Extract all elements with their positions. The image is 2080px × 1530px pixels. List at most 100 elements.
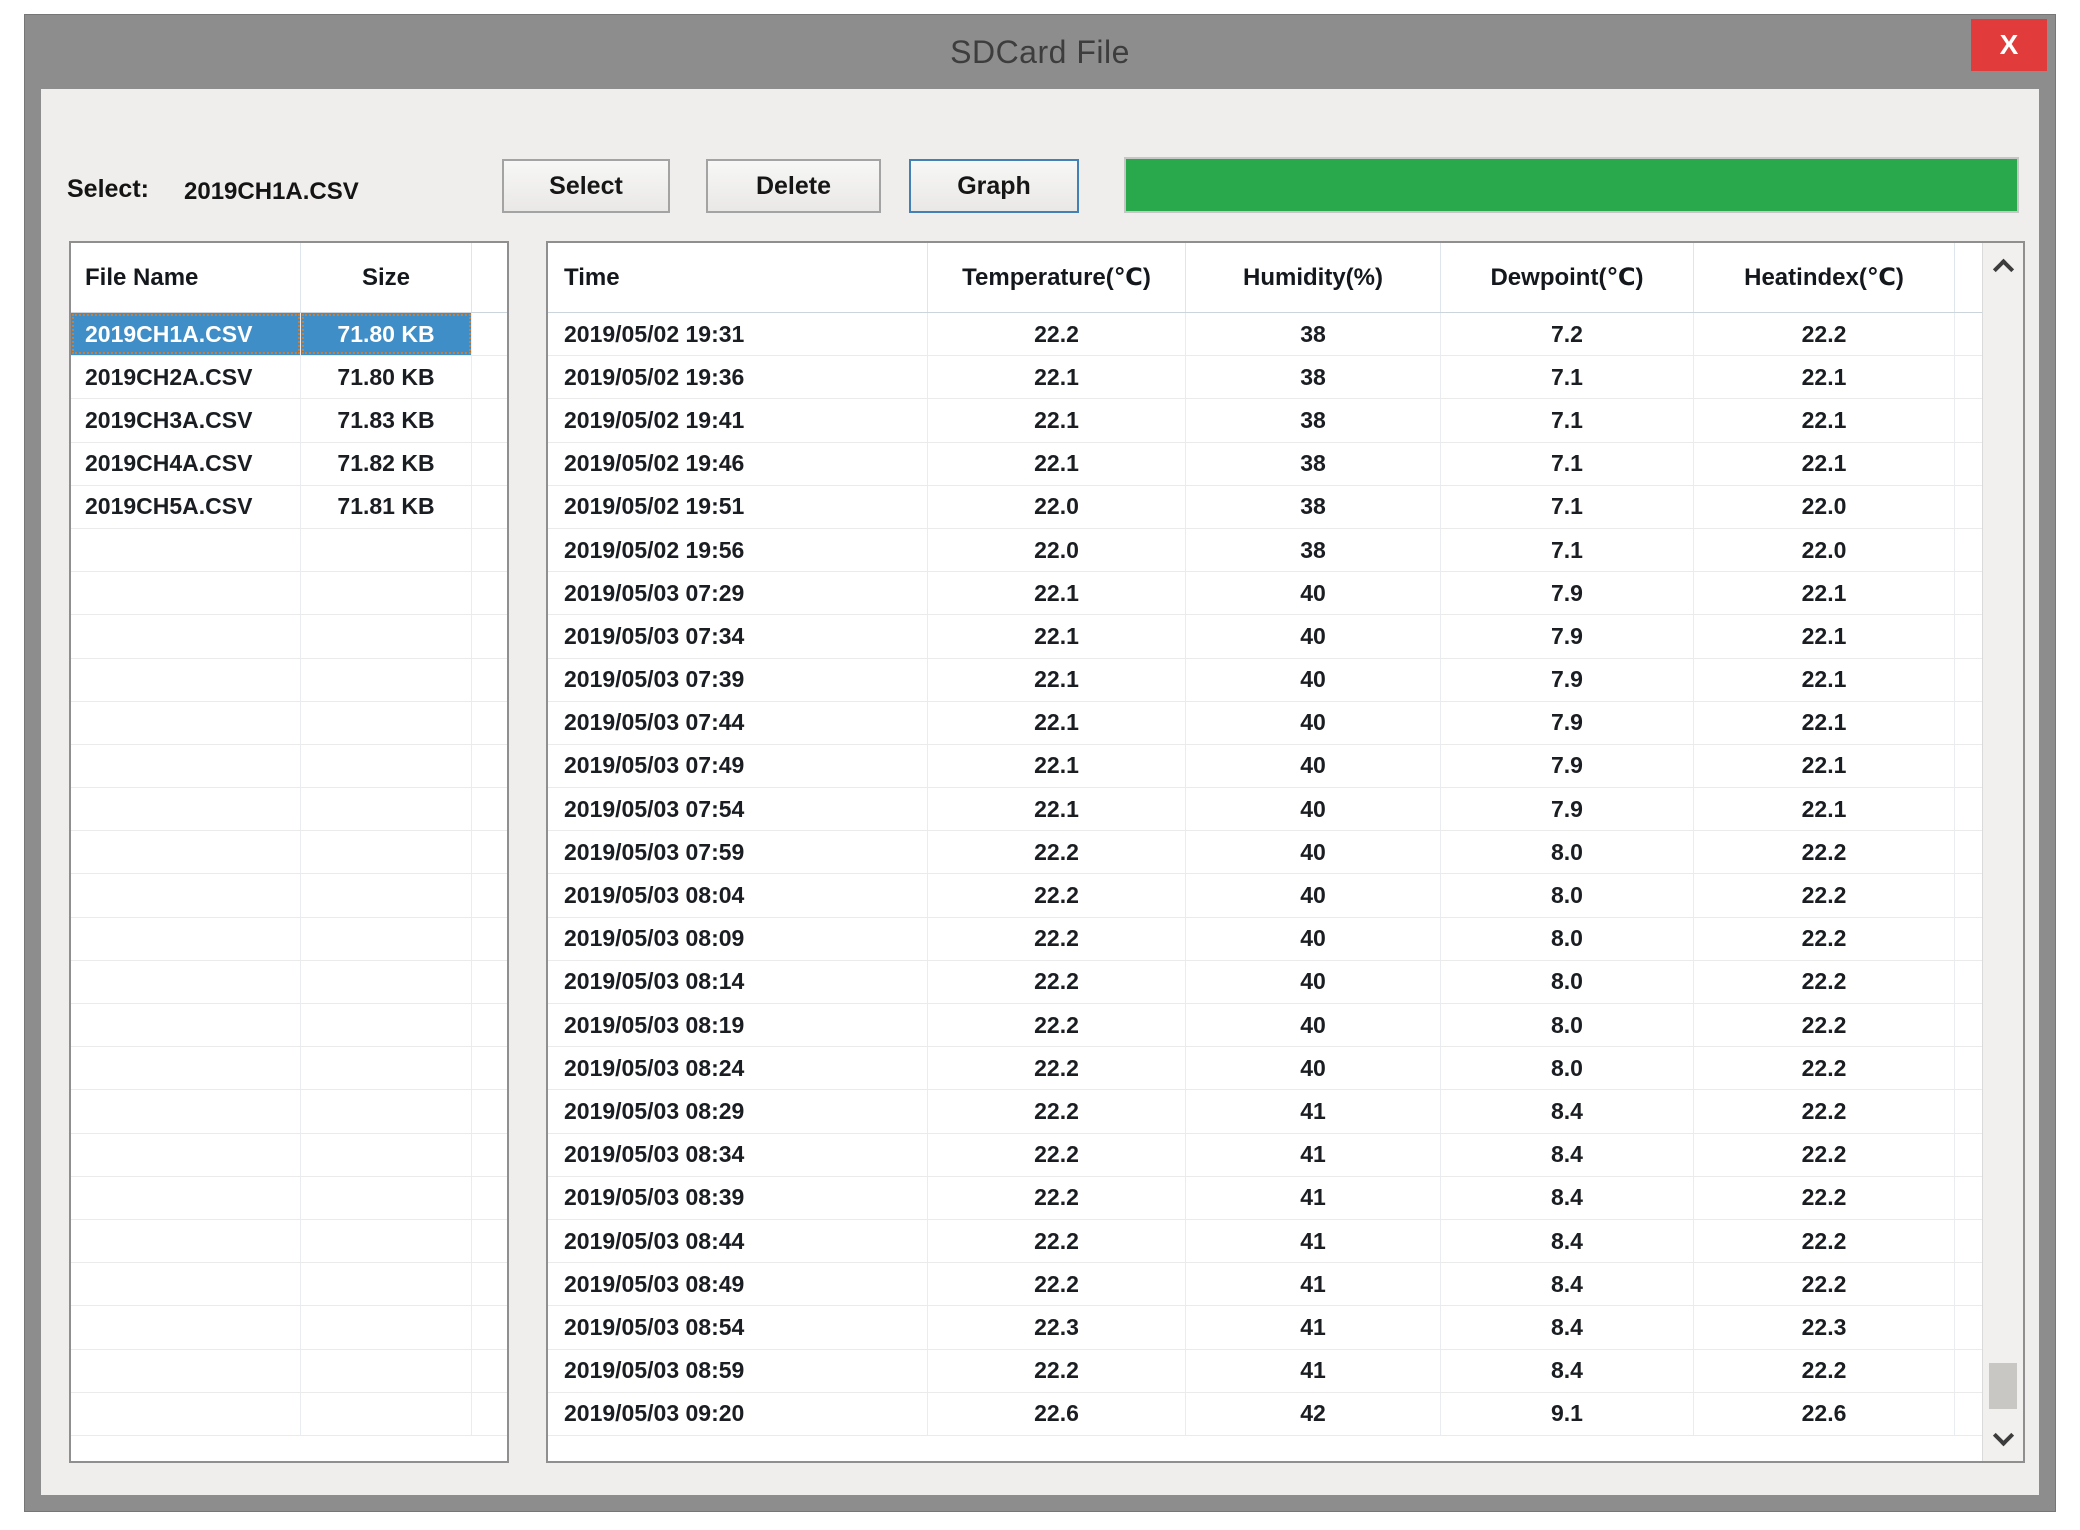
file-row[interactable] xyxy=(71,572,507,615)
file-row[interactable]: 2019CH3A.CSV 71.83 KB xyxy=(71,399,507,442)
table-row[interactable]: 2019/05/03 07:54 22.1 40 7.9 22.1 xyxy=(548,788,1982,831)
table-row[interactable]: 2019/05/02 19:41 22.1 38 7.1 22.1 xyxy=(548,399,1982,442)
table-row[interactable]: 2019/05/03 07:29 22.1 40 7.9 22.1 xyxy=(548,572,1982,615)
humidity-cell: 40 xyxy=(1186,961,1441,1003)
table-row[interactable]: 2019/05/03 07:34 22.1 40 7.9 22.1 xyxy=(548,615,1982,658)
file-name-column-header[interactable]: File Name xyxy=(71,243,301,312)
data-filler-cell xyxy=(1955,529,1982,571)
table-row[interactable]: 2019/05/03 07:59 22.2 40 8.0 22.2 xyxy=(548,831,1982,874)
table-row[interactable]: 2019/05/03 08:29 22.2 41 8.4 22.2 xyxy=(548,1090,1982,1133)
close-icon: X xyxy=(2000,31,2019,59)
humidity-column-header[interactable]: Humidity(%) xyxy=(1186,243,1441,312)
close-button[interactable]: X xyxy=(1971,19,2047,71)
file-size-cell xyxy=(301,788,472,830)
humidity-cell: 38 xyxy=(1186,313,1441,355)
file-row[interactable] xyxy=(71,702,507,745)
file-row[interactable]: 2019CH5A.CSV 71.81 KB xyxy=(71,486,507,529)
file-row[interactable] xyxy=(71,615,507,658)
table-row[interactable]: 2019/05/03 07:49 22.1 40 7.9 22.1 xyxy=(548,745,1982,788)
scroll-up-button[interactable] xyxy=(1983,243,2023,289)
table-row[interactable]: 2019/05/03 08:59 22.2 41 8.4 22.2 xyxy=(548,1350,1982,1393)
heatindex-cell: 22.1 xyxy=(1694,572,1955,614)
dewpoint-column-header[interactable]: Dewpoint(℃) xyxy=(1441,243,1694,312)
table-row[interactable]: 2019/05/02 19:31 22.2 38 7.2 22.2 xyxy=(548,313,1982,356)
heatindex-cell: 22.2 xyxy=(1694,313,1955,355)
file-row[interactable] xyxy=(71,1393,507,1436)
table-row[interactable]: 2019/05/02 19:46 22.1 38 7.1 22.1 xyxy=(548,443,1982,486)
scrollbar-thumb[interactable] xyxy=(1989,1363,2017,1409)
table-row[interactable]: 2019/05/03 08:39 22.2 41 8.4 22.2 xyxy=(548,1177,1982,1220)
file-name-cell: 2019CH2A.CSV xyxy=(71,356,301,398)
table-row[interactable]: 2019/05/02 19:51 22.0 38 7.1 22.0 xyxy=(548,486,1982,529)
dewpoint-cell: 8.4 xyxy=(1441,1134,1694,1176)
file-row[interactable] xyxy=(71,529,507,572)
dewpoint-cell: 8.4 xyxy=(1441,1350,1694,1392)
table-row[interactable]: 2019/05/03 08:49 22.2 41 8.4 22.2 xyxy=(548,1263,1982,1306)
file-size-column-header[interactable]: Size xyxy=(301,243,472,312)
table-row[interactable]: 2019/05/03 08:19 22.2 40 8.0 22.2 xyxy=(548,1004,1982,1047)
file-row[interactable] xyxy=(71,659,507,702)
file-name-cell xyxy=(71,1047,301,1089)
time-cell: 2019/05/03 09:20 xyxy=(548,1393,928,1435)
table-row[interactable]: 2019/05/03 09:20 22.6 42 9.1 22.6 xyxy=(548,1393,1982,1436)
table-row[interactable]: 2019/05/03 07:44 22.1 40 7.9 22.1 xyxy=(548,702,1982,745)
dewpoint-cell: 7.1 xyxy=(1441,529,1694,571)
scroll-down-button[interactable] xyxy=(1983,1415,2023,1461)
file-row[interactable] xyxy=(71,1350,507,1393)
file-row[interactable] xyxy=(71,1306,507,1349)
titlebar[interactable]: SDCard File X xyxy=(25,15,2055,89)
time-column-header[interactable]: Time xyxy=(548,243,928,312)
delete-button[interactable]: Delete xyxy=(706,159,881,213)
table-row[interactable]: 2019/05/02 19:56 22.0 38 7.1 22.0 xyxy=(548,529,1982,572)
time-cell: 2019/05/03 08:29 xyxy=(548,1090,928,1132)
file-row[interactable] xyxy=(71,745,507,788)
file-row[interactable] xyxy=(71,1047,507,1090)
file-row[interactable] xyxy=(71,1263,507,1306)
vertical-scrollbar[interactable] xyxy=(1982,243,2023,1461)
file-size-cell xyxy=(301,615,472,657)
file-row[interactable] xyxy=(71,874,507,917)
file-row[interactable] xyxy=(71,1177,507,1220)
file-name-cell xyxy=(71,529,301,571)
file-row[interactable] xyxy=(71,918,507,961)
table-row[interactable]: 2019/05/03 08:04 22.2 40 8.0 22.2 xyxy=(548,874,1982,917)
file-row[interactable] xyxy=(71,1134,507,1177)
file-row[interactable]: 2019CH4A.CSV 71.82 KB xyxy=(71,443,507,486)
file-row[interactable] xyxy=(71,788,507,831)
time-cell: 2019/05/03 08:24 xyxy=(548,1047,928,1089)
file-row[interactable]: 2019CH1A.CSV 71.80 KB xyxy=(71,313,507,356)
dewpoint-cell: 7.1 xyxy=(1441,356,1694,398)
file-row[interactable] xyxy=(71,1220,507,1263)
file-row[interactable] xyxy=(71,1004,507,1047)
table-row[interactable]: 2019/05/03 08:44 22.2 41 8.4 22.2 xyxy=(548,1220,1982,1263)
graph-button[interactable]: Graph xyxy=(909,159,1079,213)
file-filler-cell xyxy=(472,659,507,701)
table-row[interactable]: 2019/05/03 08:54 22.3 41 8.4 22.3 xyxy=(548,1306,1982,1349)
temperature-column-header[interactable]: Temperature(℃) xyxy=(928,243,1186,312)
table-row[interactable]: 2019/05/03 07:39 22.1 40 7.9 22.1 xyxy=(548,659,1982,702)
heatindex-column-header[interactable]: Heatindex(℃) xyxy=(1694,243,1955,312)
file-row[interactable]: 2019CH2A.CSV 71.80 KB xyxy=(71,356,507,399)
dewpoint-cell: 7.2 xyxy=(1441,313,1694,355)
table-row[interactable]: 2019/05/03 08:24 22.2 40 8.0 22.2 xyxy=(548,1047,1982,1090)
table-row[interactable]: 2019/05/02 19:36 22.1 38 7.1 22.1 xyxy=(548,356,1982,399)
file-row[interactable] xyxy=(71,1090,507,1133)
table-row[interactable]: 2019/05/03 08:09 22.2 40 8.0 22.2 xyxy=(548,918,1982,961)
heatindex-cell: 22.3 xyxy=(1694,1306,1955,1348)
file-name-cell xyxy=(71,918,301,960)
temperature-cell: 22.2 xyxy=(928,1177,1186,1219)
humidity-cell: 41 xyxy=(1186,1090,1441,1132)
temperature-cell: 22.2 xyxy=(928,1004,1186,1046)
file-name-cell xyxy=(71,1177,301,1219)
file-row[interactable] xyxy=(71,961,507,1004)
select-button[interactable]: Select xyxy=(502,159,670,213)
table-row[interactable]: 2019/05/03 08:14 22.2 40 8.0 22.2 xyxy=(548,961,1982,1004)
data-table-viewport: Time Temperature(℃) Humidity(%) Dewpoint… xyxy=(548,243,1982,1461)
table-row[interactable]: 2019/05/03 08:34 22.2 41 8.4 22.2 xyxy=(548,1134,1982,1177)
file-row[interactable] xyxy=(71,831,507,874)
data-filler-cell xyxy=(1955,659,1982,701)
time-cell: 2019/05/03 08:19 xyxy=(548,1004,928,1046)
dewpoint-cell: 8.4 xyxy=(1441,1306,1694,1348)
dewpoint-cell: 8.0 xyxy=(1441,961,1694,1003)
file-size-cell xyxy=(301,1220,472,1262)
